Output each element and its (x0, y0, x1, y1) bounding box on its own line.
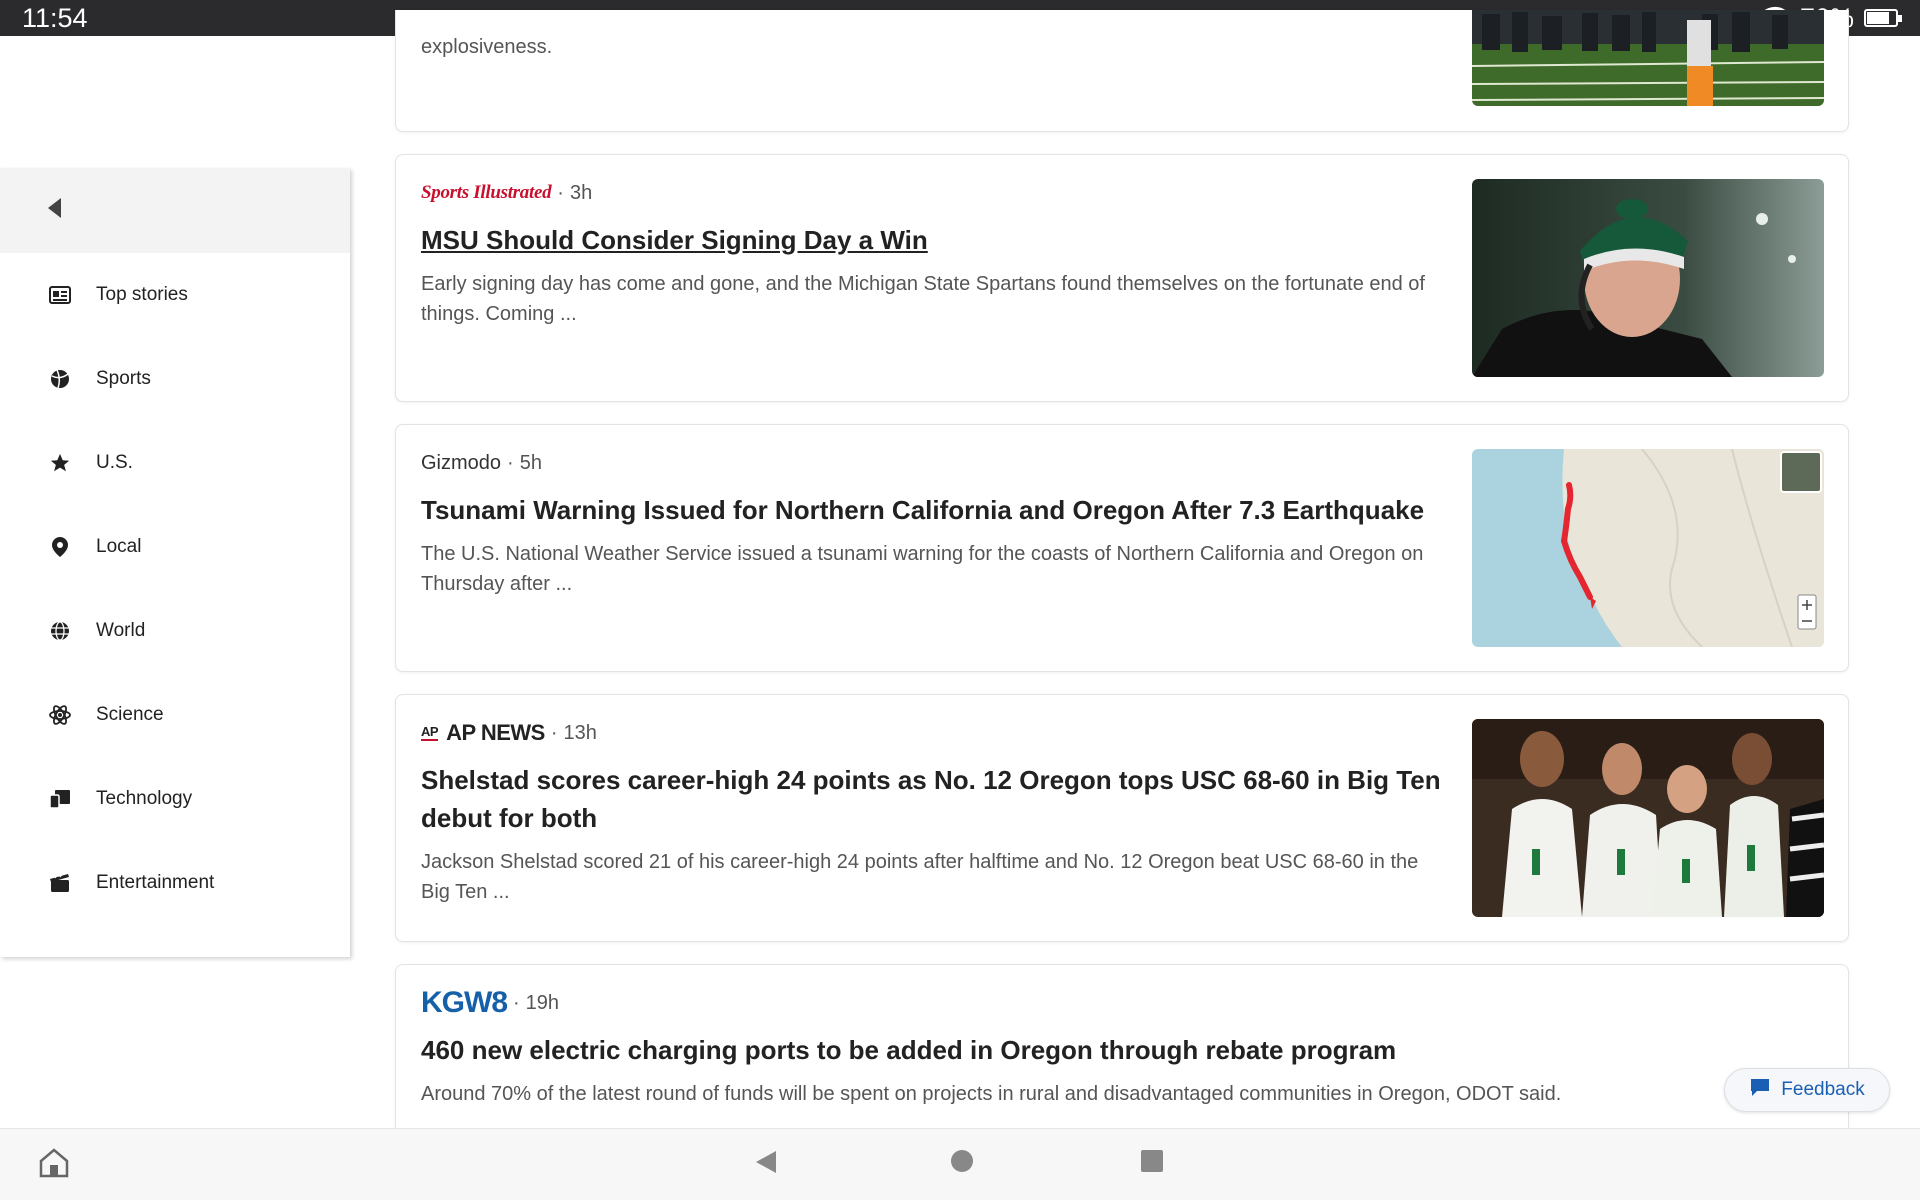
circle-home-icon[interactable] (950, 1149, 974, 1178)
article-snippet: Jackson Shelstad scored 21 of his career… (421, 851, 1419, 903)
article-time: 3h (569, 181, 593, 204)
clapperboard-icon (48, 871, 72, 895)
source-name: AP NEWS (446, 720, 545, 745)
article-time: 5h (519, 451, 542, 474)
sidebar-item-label: Technology (96, 788, 193, 809)
article-meta: KGW8 · 19h (421, 986, 560, 1019)
article-headline[interactable]: MSU Should Consider Signing Day a Win (421, 221, 1441, 259)
article-snippet: Early signing day has come and gone, and… (421, 273, 1425, 325)
system-nav-bar (0, 1128, 1920, 1200)
article-meta: Gizmodo · 5h (421, 451, 542, 474)
article-thumbnail-coach (1472, 179, 1824, 377)
article-headline[interactable]: Shelstad scores career-high 24 points as… (421, 761, 1441, 837)
sidebar-item-us[interactable]: U.S. (0, 421, 350, 505)
back-triangle-icon[interactable] (754, 1149, 778, 1180)
feedback-button[interactable]: Feedback (1724, 1068, 1890, 1112)
chat-bubble-icon (1749, 1077, 1771, 1103)
article-thumbnail-football (1472, 10, 1824, 106)
home-icon[interactable] (38, 1147, 70, 1184)
location-pin-icon (48, 535, 72, 559)
globe-icon (48, 619, 72, 643)
chevron-left-icon (48, 198, 62, 223)
sidebar-item-local[interactable]: Local (0, 505, 350, 589)
status-time: 11:54 (22, 2, 88, 33)
article-card[interactable]: Gizmodo · 5h Tsunami Warning Issued for … (395, 424, 1849, 672)
article-headline[interactable]: 460 new electric charging ports to be ad… (421, 1031, 1821, 1069)
article-snippet: Around 70% of the latest round of funds … (421, 1083, 1562, 1105)
source-name: Gizmodo (421, 451, 502, 474)
newspaper-icon (48, 283, 72, 307)
sidebar-item-entertainment[interactable]: Entertainment (0, 841, 350, 925)
article-meta: Sports Illustrated · 3h (421, 181, 593, 204)
source-logo-sports-illustrated: Sports Illustrated (421, 182, 552, 203)
sidebar-item-label: Entertainment (96, 872, 215, 893)
sidebar: Top stories Sports U.S. Local World Scie… (0, 168, 350, 957)
sidebar-item-label: Top stories (96, 284, 188, 305)
devices-icon (48, 787, 72, 811)
sidebar-item-technology[interactable]: Technology (0, 757, 350, 841)
sidebar-item-label: Local (96, 536, 142, 557)
feedback-label: Feedback (1781, 1079, 1865, 1100)
sidebar-item-label: Sports (96, 368, 151, 389)
article-thumbnail-basketball (1472, 719, 1824, 917)
ball-icon (48, 367, 72, 391)
atom-icon (48, 703, 72, 727)
article-card[interactable]: AP AP NEWS · 13h Shelstad scores career-… (395, 694, 1849, 942)
sidebar-item-world[interactable]: World (0, 589, 350, 673)
source-logo-kgw8: KGW8 (421, 986, 508, 1019)
article-thumbnail-map (1472, 449, 1824, 647)
sidebar-item-sports[interactable]: Sports (0, 337, 350, 421)
source-logo-ap-news: AP AP NEWS (421, 720, 545, 746)
sidebar-item-top-stories[interactable]: Top stories (0, 253, 350, 337)
article-time: 19h (525, 991, 560, 1014)
sidebar-item-label: U.S. (96, 452, 133, 473)
square-recents-icon[interactable] (1140, 1149, 1164, 1178)
ap-mark: AP (421, 724, 439, 741)
article-card[interactable]: Sports Illustrated · 3h MSU Should Consi… (395, 154, 1849, 402)
sidebar-item-label: World (96, 620, 146, 641)
article-card-partial[interactable]: explosiveness. (395, 10, 1849, 132)
article-headline[interactable]: Tsunami Warning Issued for Northern Cali… (421, 491, 1441, 529)
article-time: 13h (563, 721, 597, 744)
battery-icon (1864, 9, 1902, 27)
sidebar-item-science[interactable]: Science (0, 673, 350, 757)
star-icon (48, 451, 72, 475)
sidebar-collapse-button[interactable] (0, 168, 350, 253)
article-snippet: explosiveness. (421, 36, 553, 58)
article-snippet: The U.S. National Weather Service issued… (421, 543, 1424, 595)
article-meta: AP AP NEWS · 13h (421, 720, 597, 746)
sidebar-item-label: Science (96, 704, 164, 725)
